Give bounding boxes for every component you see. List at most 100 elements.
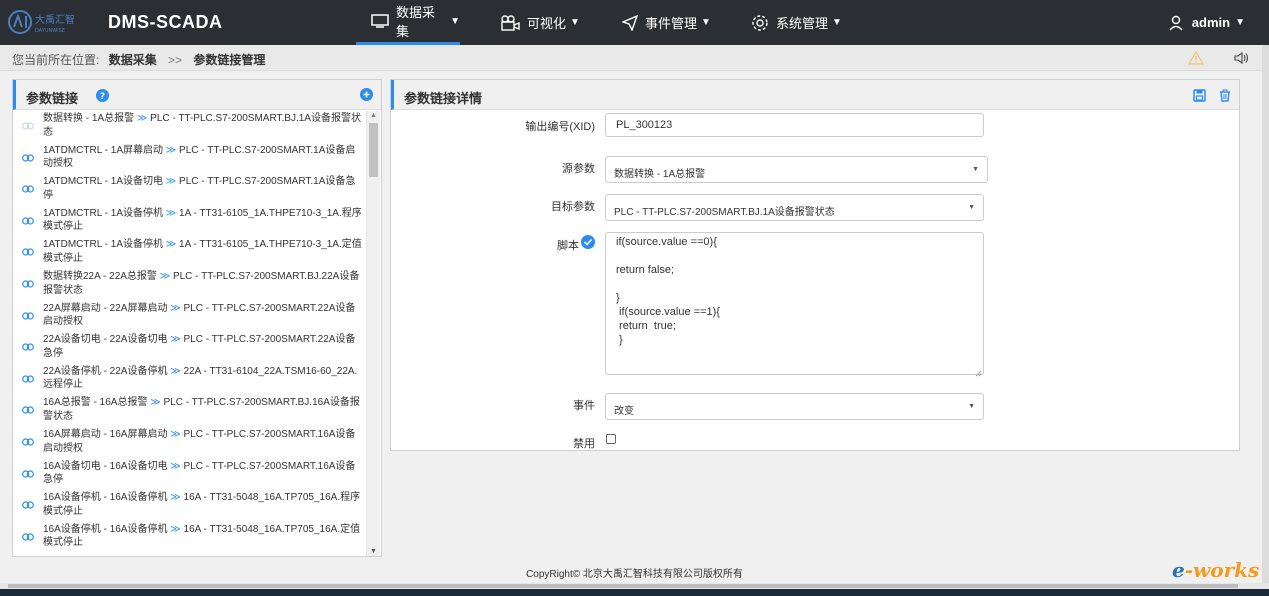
list-item-text: 数据转换22A - 22A总报警 ≫ PLC - TT-PLC.S7-200SM… — [43, 270, 363, 297]
list-item[interactable]: 1ATDMCTRL - 1A设备停机 ≫ 1A - TT31-6105_1A.T… — [13, 206, 367, 238]
os-taskbar — [0, 589, 1269, 596]
list-item-text: 1ATDMCTRL - 1A设备切电 ≫ PLC - TT-PLC.S7-200… — [43, 175, 363, 202]
select-value: PLC - TT-PLC.S7-200SMART.BJ.1A设备报警状态 — [614, 207, 835, 218]
nav-data-collection[interactable]: 数据采集 ▼ — [356, 0, 460, 45]
link-source: 1ATDMCTRL - 1A设备切电 — [43, 176, 164, 188]
double-chevron-right-icon: ≫ — [170, 460, 181, 472]
list-item-text: 数据转换 - 1A总报警 ≫ PLC - TT-PLC.S7-200SMART.… — [43, 112, 363, 139]
double-chevron-right-icon: ≫ — [170, 365, 181, 377]
disabled-checkbox[interactable] — [606, 434, 616, 444]
script-editor[interactable]: if(source.value ==0){ return false; } if… — [605, 232, 984, 375]
double-chevron-right-icon: ≫ — [170, 492, 181, 504]
speaker-icon[interactable] — [1233, 51, 1249, 68]
nav-system-management[interactable]: 系统管理 ▼ — [751, 0, 842, 45]
double-chevron-right-icon: ≫ — [165, 239, 177, 251]
list-item-text: 1ATDMCTRL - 1A设备停机 ≫ 1A - TT31-6105_1A.T… — [43, 207, 363, 234]
list-item[interactable]: 1ATDMCTRL - 1A设备切电 ≫ PLC - TT-PLC.S7-200… — [13, 174, 367, 206]
send-icon — [622, 14, 638, 31]
link-icon — [22, 437, 34, 451]
company-logo[interactable]: 大禹汇智 DAYUNWISE — [8, 6, 94, 38]
link-icon — [22, 374, 34, 388]
list-item[interactable]: 22A设备停机 - 22A设备停机 ≫ 22A - TT31-6104_22A.… — [13, 364, 367, 396]
help-icon[interactable]: ? — [96, 89, 109, 105]
panel-header: 参数链接 ? — [13, 80, 381, 110]
list-item[interactable]: 22A屏幕启动 - 22A屏幕启动 ≫ PLC - TT-PLC.S7-200S… — [13, 301, 367, 333]
horizontal-scroll-thumb[interactable] — [8, 584, 1238, 588]
trash-icon[interactable] — [1219, 89, 1231, 105]
chevron-down-icon: ▼ — [1235, 17, 1245, 28]
disabled-label: 禁用 — [573, 438, 595, 450]
list-item[interactable]: 16A屏幕启动 - 16A屏幕启动 ≫ PLC - TT-PLC.S7-200S… — [13, 427, 367, 459]
nav-visualization[interactable]: 可视化 ▼ — [500, 0, 580, 45]
xid-input[interactable] — [605, 113, 984, 137]
link-source: 16A设备切电 - 16A设备切电 — [43, 460, 168, 472]
link-icon — [22, 216, 34, 230]
list-item[interactable]: 16A设备停机 - 16A设备停机 ≫ 16A - TT31-5048_16A.… — [13, 490, 367, 522]
link-source: 数据转换22A - 22A总报警 — [43, 270, 157, 282]
resize-handle-icon[interactable] — [975, 366, 1237, 448]
double-chevron-right-icon: ≫ — [170, 302, 181, 314]
save-icon[interactable] — [1193, 89, 1206, 105]
double-chevron-right-icon: ≫ — [150, 397, 161, 409]
target-param-select[interactable]: PLC - TT-PLC.S7-200SMART.BJ.1A设备报警状态 ▼ — [605, 194, 984, 221]
top-navbar: 大禹汇智 DAYUNWISE DMS-SCADA 数据采集 ▼ 可视化 ▼ 事件… — [0, 0, 1269, 45]
user-icon — [1168, 15, 1184, 31]
warning-icon[interactable] — [1187, 50, 1205, 68]
select-value: 数据转换 - 1A总报警 — [614, 169, 706, 180]
breadcrumb-level1[interactable]: 数据采集 — [109, 53, 157, 67]
scroll-thumb[interactable] — [369, 123, 378, 177]
link-source: 22A设备切电 - 22A设备切电 — [43, 334, 168, 346]
link-icon — [22, 405, 34, 419]
nav-event-management[interactable]: 事件管理 ▼ — [622, 0, 711, 45]
chevron-down-icon: ▼ — [972, 166, 979, 173]
list-item-text: 16A设备停机 - 16A设备停机 ≫ 16A - TT31-5048_16A.… — [43, 491, 363, 518]
list-item[interactable]: 16A设备切电 - 16A设备切电 ≫ PLC - TT-PLC.S7-200S… — [13, 459, 367, 491]
source-param-select[interactable]: 数据转换 - 1A总报警 ▼ — [605, 156, 988, 183]
select-value: 改变 — [614, 406, 634, 417]
list-item-text: 16A设备切电 - 16A设备切电 ≫ PLC - TT-PLC.S7-200S… — [43, 460, 363, 487]
list-item[interactable]: 1ATDMCTRL - 1A屏幕启动 ≫ PLC - TT-PLC.S7-200… — [13, 143, 367, 175]
link-icon — [22, 247, 34, 261]
list-item-text: 16A屏幕启动 - 16A屏幕启动 ≫ PLC - TT-PLC.S7-200S… — [43, 428, 363, 455]
list-item[interactable]: 16A总报警 - 16A总报警 ≫ PLC - TT-PLC.S7-200SMA… — [13, 395, 367, 427]
list-item[interactable]: 22A设备切电 - 22A设备切电 ≫ PLC - TT-PLC.S7-200S… — [13, 332, 367, 364]
list-item[interactable]: 16A设备停机 - 16A设备停机 ≫ 16A - TT31-5048_16A.… — [13, 522, 367, 554]
svg-text:?: ? — [100, 92, 105, 102]
list-item-text: 1ATDMCTRL - 1A设备停机 ≫ 1A - TT31-6105_1A.T… — [43, 238, 363, 265]
nav-label: 可视化 — [527, 16, 567, 31]
breadcrumb: 您当前所在位置: 数据采集 >> 参数链接管理 — [12, 51, 265, 68]
link-source: 1ATDMCTRL - 1A设备停机 — [43, 239, 164, 251]
link-source: 22A设备停机 - 22A设备停机 — [43, 365, 168, 377]
link-source: 16A屏幕启动 - 16A屏幕启动 — [43, 428, 168, 440]
chevron-down-icon: ▼ — [570, 17, 580, 28]
scroll-down-icon[interactable]: ▼ — [370, 548, 377, 555]
page-scrollbar[interactable] — [1262, 45, 1269, 583]
breadcrumb-prefix: 您当前所在位置: — [12, 53, 100, 67]
list-item-text: 22A设备切电 - 22A设备切电 ≫ PLC - TT-PLC.S7-200S… — [43, 333, 363, 360]
chevron-down-icon: ▼ — [968, 204, 975, 211]
svg-text:DAYUNWISE: DAYUNWISE — [35, 28, 65, 34]
link-icon — [22, 311, 34, 325]
double-chevron-right-icon: ≫ — [170, 334, 181, 346]
username: admin — [1191, 15, 1231, 30]
user-menu[interactable]: admin ▼ — [1168, 0, 1245, 45]
list-item[interactable]: 1ATDMCTRL - 1A设备停机 ≫ 1A - TT31-6105_1A.T… — [13, 237, 367, 269]
panel-title: 参数链接 — [26, 91, 79, 106]
link-icon — [22, 279, 34, 293]
chevron-down-icon: ▼ — [832, 17, 842, 28]
breadcrumb-level2: 参数链接管理 — [193, 53, 266, 67]
eworks-watermark-logo: e-works — [1172, 558, 1260, 582]
event-label: 事件 — [573, 400, 595, 412]
nav-label: 数据采集 — [396, 5, 436, 39]
list-item[interactable]: 数据转换 - 1A总报警 ≫ PLC - TT-PLC.S7-200SMART.… — [13, 111, 367, 143]
scroll-up-icon[interactable]: ▲ — [370, 112, 377, 119]
add-icon[interactable] — [360, 88, 373, 104]
nav-label: 事件管理 — [645, 16, 698, 31]
link-icon — [22, 121, 34, 135]
nav-label: 系统管理 — [776, 16, 829, 31]
link-source: 1ATDMCTRL - 1A设备停机 — [43, 207, 164, 219]
list-item-text: 1ATDMCTRL - 1A屏幕启动 ≫ PLC - TT-PLC.S7-200… — [43, 144, 363, 171]
event-select[interactable]: 改变 ▼ — [605, 393, 984, 420]
list-scrollbar[interactable]: ▲ ▼ — [366, 111, 380, 556]
list-item[interactable]: 数据转换22A - 22A总报警 ≫ PLC - TT-PLC.S7-200SM… — [13, 269, 367, 301]
